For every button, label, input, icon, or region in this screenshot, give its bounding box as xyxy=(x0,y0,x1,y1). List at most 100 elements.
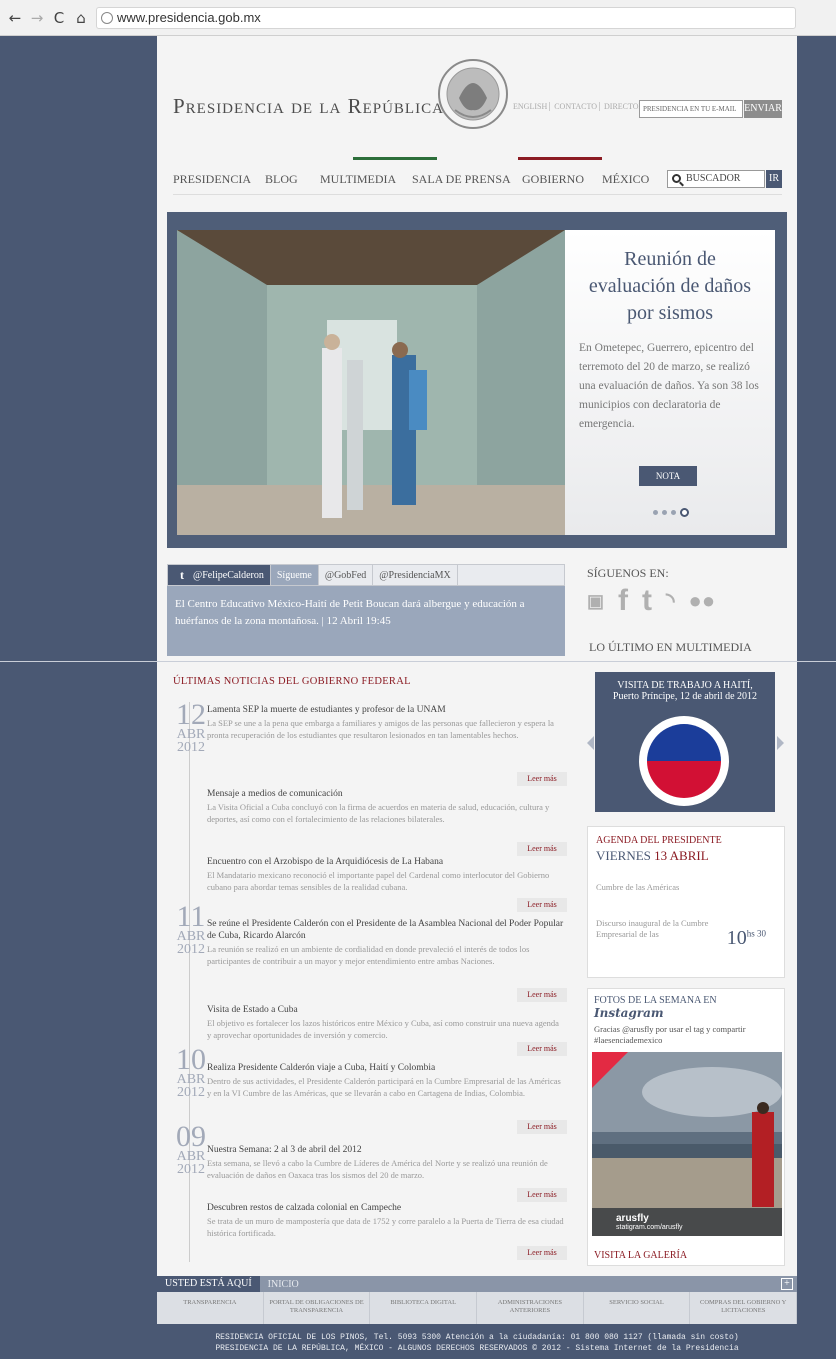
link-english[interactable]: ENGLISH xyxy=(511,102,551,111)
footer-link[interactable]: COMPRAS DEL GOBIERNO Y LICITACIONES xyxy=(690,1292,798,1324)
news-headline[interactable]: Se reúne el Presidente Calderón con el P… xyxy=(207,918,565,942)
news-headline[interactable]: Encuentro con el Arzobispo de la Arquidi… xyxy=(207,856,565,868)
footer-link[interactable]: ADMINISTRACIONES ANTERIORES xyxy=(477,1292,584,1324)
instagram-text: Gracias @arusfly por usar el tag y compa… xyxy=(594,1024,746,1045)
read-more-button[interactable]: Leer más xyxy=(517,898,567,912)
search-placeholder: BUSCADOR xyxy=(686,173,741,184)
youtube-icon[interactable]: ▣ xyxy=(587,592,604,610)
news-item: Nuestra Semana: 2 al 3 de abril del 2012… xyxy=(207,1144,565,1181)
instagram-title: FOTOS DE LA SEMANA EN Instagram xyxy=(594,995,717,1020)
read-more-button[interactable]: Leer más xyxy=(517,988,567,1002)
tab-sigueme[interactable]: Sígueme xyxy=(270,565,319,585)
accent-bar-green xyxy=(353,157,437,160)
news-item: Mensaje a medios de comunicación La Visi… xyxy=(207,788,565,825)
slide-title[interactable]: Reunión de evaluación de daños por sismo… xyxy=(579,246,761,327)
instagram-logo: Instagram xyxy=(594,1006,664,1020)
main-nav: PRESIDENCIA BLOG MULTIMEDIA SALA DE PREN… xyxy=(173,172,662,187)
tweet-text: El Centro Educativo México-Haití de Peti… xyxy=(175,598,525,627)
footer-link[interactable]: BIBLIOTECA DIGITAL xyxy=(370,1292,478,1324)
timeline-line xyxy=(189,702,190,1262)
news-headline[interactable]: Mensaje a medios de comunicación xyxy=(207,788,565,800)
hero-photo[interactable] xyxy=(177,230,565,535)
nav-gobierno[interactable]: GOBIERNO xyxy=(522,172,602,187)
footer-link[interactable]: TRANSPARENCIA xyxy=(157,1292,264,1324)
expand-icon[interactable]: + xyxy=(781,1278,793,1290)
carousel-next-icon[interactable] xyxy=(777,736,784,750)
news-summary: Esta semana, se llevó a cabo la Cumbre d… xyxy=(207,1158,548,1180)
link-contacto[interactable]: CONTACTO xyxy=(552,102,600,111)
multimedia-carousel[interactable]: VISITA DE TRABAJO A HAITÍ, Puerto Prínci… xyxy=(595,672,775,812)
agenda-time: 10hs 30 xyxy=(726,927,766,949)
instagram-widget: FOTOS DE LA SEMANA EN Instagram Gracias … xyxy=(587,988,785,1266)
news-headline[interactable]: Realiza Presidente Calderón viaje a Cuba… xyxy=(207,1062,565,1074)
news-headline[interactable]: Descubren restos de calzada colonial en … xyxy=(207,1202,565,1214)
news-summary: Se trata de un muro de mampostería que d… xyxy=(207,1216,564,1238)
utility-links: ENGLISH CONTACTO DIRECTORIO xyxy=(511,102,656,111)
agenda-event[interactable]: Cumbre de las Américas xyxy=(596,882,776,892)
carousel-prev-icon[interactable] xyxy=(587,736,594,750)
read-more-button[interactable]: Leer más xyxy=(517,1188,567,1202)
reload-icon[interactable]: C xyxy=(52,9,66,27)
read-more-button[interactable]: Leer más xyxy=(517,1042,567,1056)
read-more-button[interactable]: Leer más xyxy=(517,1120,567,1134)
news-summary: El Mandatario mexicano reconoció el impo… xyxy=(207,870,550,892)
tab-label: @FelipeCalderon xyxy=(193,569,264,581)
slider-dot[interactable] xyxy=(653,510,658,515)
news-summary: El objetivo es fortalecer los lazos hist… xyxy=(207,1018,559,1040)
tab-gobfed[interactable]: @GobFed xyxy=(319,565,374,585)
gallery-link[interactable]: VISITA LA GALERÍA xyxy=(594,1250,687,1261)
nota-button[interactable]: NOTA xyxy=(639,466,697,486)
back-icon[interactable]: ← xyxy=(8,9,22,27)
rss-icon[interactable]: ◝ xyxy=(666,588,675,614)
twitter-widget: t @FelipeCalderon Sígueme @GobFed @Presi… xyxy=(167,564,565,656)
facebook-icon[interactable]: f xyxy=(618,584,628,618)
news-summary: La reunión se realizó en un ambiente de … xyxy=(207,944,530,966)
footer-link[interactable]: SERVICIO SOCIAL xyxy=(584,1292,691,1324)
flickr-icon[interactable]: ●● xyxy=(689,588,716,614)
news-headline[interactable]: Nuestra Semana: 2 al 3 de abril del 2012 xyxy=(207,1144,565,1156)
search-icon xyxy=(672,174,681,183)
news-headline[interactable]: Lamenta SEP la muerte de estudiantes y p… xyxy=(207,704,565,716)
home-icon[interactable]: ⌂ xyxy=(74,9,88,27)
multimedia-caption: VISITA DE TRABAJO A HAITÍ, Puerto Prínci… xyxy=(612,680,758,702)
slider-dot[interactable] xyxy=(662,510,667,515)
news-summary: La Visita Oficial a Cuba concluyó con la… xyxy=(207,802,550,824)
nav-presidencia[interactable]: PRESIDENCIA xyxy=(173,172,265,187)
slider-dot-active[interactable] xyxy=(680,508,689,517)
breadcrumb-home[interactable]: INICIO xyxy=(260,1279,307,1290)
forward-icon[interactable]: → xyxy=(30,9,44,27)
agenda-event[interactable]: Discurso inaugural de la Cumbre Empresar… xyxy=(596,918,716,940)
address-bar[interactable]: www.presidencia.gob.mx xyxy=(96,6,796,29)
nav-mexico[interactable]: MÉXICO xyxy=(602,172,662,187)
agenda-widget: AGENDA DEL PRESIDENTE VIERNES 13 ABRIL C… xyxy=(587,826,785,978)
news-summary: Dentro de sus actividades, el Presidente… xyxy=(207,1076,561,1098)
search-input[interactable]: BUSCADOR xyxy=(667,170,765,188)
tab-presidenciamx[interactable]: @PresidenciaMX xyxy=(373,565,458,585)
footer-text: RESIDENCIA OFICIAL DE LOS PINOS, Tel. 50… xyxy=(215,1333,739,1353)
slider-dots xyxy=(653,508,689,517)
news-headline[interactable]: Visita de Estado a Cuba xyxy=(207,1004,565,1016)
tab-felipecalderon[interactable]: t @FelipeCalderon xyxy=(168,565,271,585)
read-more-button[interactable]: Leer más xyxy=(517,1246,567,1260)
instagram-user[interactable]: arusfly statigram.com/arusfly xyxy=(616,1213,683,1231)
news-date: 10 ABR 2012 xyxy=(176,1043,206,1100)
news-summary: La SEP se une a la pena que embarga a fa… xyxy=(207,718,554,740)
coat-of-arms-icon xyxy=(438,59,508,129)
nav-sala-de-prensa[interactable]: SALA DE PRENSA xyxy=(412,172,522,187)
read-more-button[interactable]: Leer más xyxy=(517,772,567,786)
nav-blog[interactable]: BLOG xyxy=(265,172,320,187)
slider-dot[interactable] xyxy=(671,510,676,515)
search-go-button[interactable]: IR xyxy=(766,170,782,188)
instagram-photo[interactable] xyxy=(592,1052,782,1236)
footer-link[interactable]: PORTAL DE OBLIGACIONES DE TRANSPARENCIA xyxy=(264,1292,371,1324)
accent-bar-red xyxy=(518,157,602,160)
news-column: 12 ABR 2012 11 ABR 2012 10 ABR 2012 09 ABR 2012 … xyxy=(167,662,575,1272)
slide-panel: Reunión de evaluación de daños por sismo… xyxy=(565,230,775,535)
news-date: 11 ABR 2012 xyxy=(176,900,206,957)
twitter-icon[interactable]: t xyxy=(642,584,652,618)
send-button[interactable]: ENVIAR xyxy=(744,100,782,118)
read-more-button[interactable]: Leer más xyxy=(517,842,567,856)
nav-multimedia[interactable]: MULTIMEDIA xyxy=(320,172,412,187)
email-subscribe-field[interactable]: PRESIDENCIA EN TU E-MAIL xyxy=(639,100,743,118)
site-title[interactable]: Presidencia de la República xyxy=(173,94,444,119)
